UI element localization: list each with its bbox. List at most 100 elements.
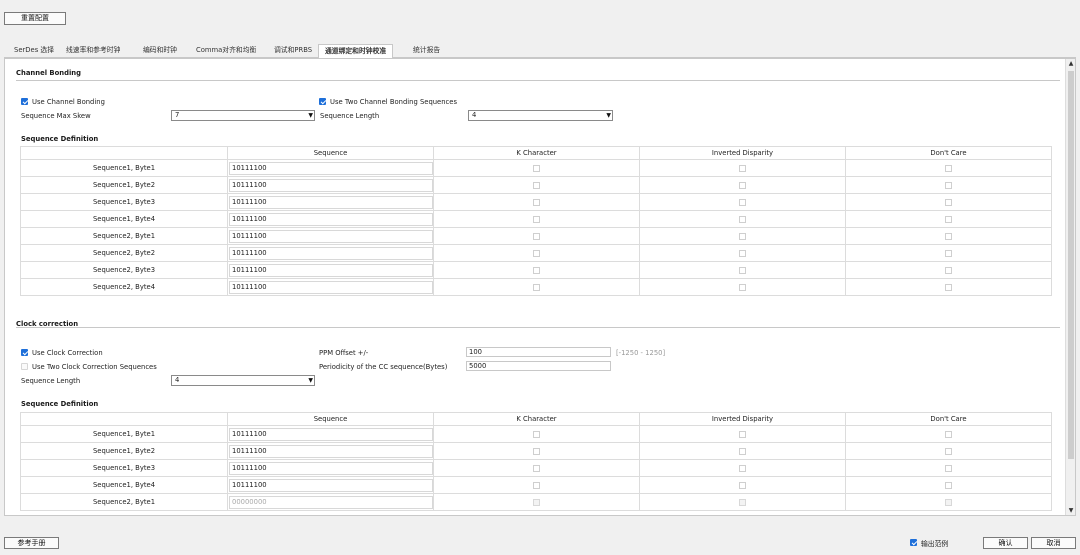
sequence-input[interactable]: 10111100 [229,280,433,294]
scroll-thumb[interactable] [1068,71,1074,459]
k-character-checkbox[interactable] [533,164,540,172]
row-label: Sequence1, Byte2 [20,442,228,460]
dont-care-checkbox[interactable] [945,447,952,455]
k-character-checkbox[interactable] [533,266,540,274]
confirm-button[interactable]: 确认 [983,537,1028,549]
inverted-disparity-checkbox[interactable] [739,498,746,506]
sequence-input[interactable]: 10111100 [229,444,433,458]
dont-care-checkbox[interactable] [945,232,952,240]
inverted-disparity-checkbox[interactable] [739,249,746,257]
sequence-input[interactable]: 10111100 [229,212,433,226]
sequence-input[interactable]: 00000000 [229,495,433,509]
chevron-down-icon: ▼ [308,112,313,119]
table-row: Sequence1, Byte4 10111100 [20,210,1052,228]
ppm-offset-input[interactable]: 100 [466,347,611,357]
inverted-disparity-checkbox[interactable] [739,215,746,223]
sequence-input[interactable]: 10111100 [229,195,433,209]
dont-care-checkbox[interactable] [945,215,952,223]
bonding-seq-def-title: Sequence Definition [21,135,99,143]
inverted-disparity-checkbox[interactable] [739,266,746,274]
dont-care-checkbox[interactable] [945,481,952,489]
cc-seq-def-title: Sequence Definition [21,400,99,408]
row-label: Sequence2, Byte1 [20,227,228,245]
use-channel-bonding-checkbox[interactable] [21,98,28,105]
dont-care-checkbox[interactable] [945,181,952,189]
use-two-cc-seq-checkbox[interactable] [21,363,28,370]
column-header-k-character: K Character [433,146,640,160]
k-character-checkbox[interactable] [533,464,540,472]
reference-manual-button[interactable]: 参考手册 [4,537,59,549]
inverted-disparity-checkbox[interactable] [739,198,746,206]
dont-care-checkbox[interactable] [945,498,952,506]
row-label: Sequence2, Byte1 [20,493,228,511]
table-row: Sequence1, Byte1 10111100 [20,425,1052,443]
inverted-disparity-checkbox[interactable] [739,430,746,438]
sequence-input[interactable]: 10111100 [229,263,433,277]
sequence-input[interactable]: 10111100 [229,478,433,492]
row-label: Sequence1, Byte4 [20,210,228,228]
tab-encoding-clock[interactable]: 编码和时钟 [137,44,183,58]
k-character-checkbox[interactable] [533,498,540,506]
output-example-checkbox[interactable] [910,539,917,546]
sequence-input[interactable]: 10111100 [229,229,433,243]
use-two-bonding-seq-checkbox[interactable] [319,98,326,105]
vertical-scrollbar[interactable]: ▲ ▼ [1065,59,1075,515]
tab-statistics[interactable]: 统计报告 [407,44,446,58]
tab-channel-bonding[interactable]: 通道绑定和时钟校准 [318,44,394,59]
dont-care-checkbox[interactable] [945,164,952,172]
row-label: Sequence1, Byte4 [20,476,228,494]
dont-care-checkbox[interactable] [945,198,952,206]
bonding-seq-length-label: Sequence Length [320,112,380,120]
table-row: Sequence2, Byte4 10111100 [20,278,1052,296]
dont-care-checkbox[interactable] [945,283,952,291]
table-row: Sequence1, Byte3 10111100 [20,459,1052,477]
column-header-blank [20,146,228,160]
dont-care-checkbox[interactable] [945,249,952,257]
max-skew-select[interactable]: 7 ▼ [171,110,315,121]
inverted-disparity-checkbox[interactable] [739,232,746,240]
sequence-input[interactable]: 10111100 [229,461,433,475]
k-character-checkbox[interactable] [533,447,540,455]
use-clock-correction-checkbox[interactable] [21,349,28,356]
k-character-checkbox[interactable] [533,430,540,438]
cancel-button[interactable]: 取消 [1031,537,1076,549]
dont-care-checkbox[interactable] [945,430,952,438]
inverted-disparity-checkbox[interactable] [739,283,746,291]
tab-line-rate-clock[interactable]: 线速率和参考时钟 [60,44,126,58]
cc-periodicity-input[interactable]: 5000 [466,361,611,371]
table-row: Sequence2, Byte1 00000000 [20,493,1052,511]
scroll-down-icon[interactable]: ▼ [1066,506,1075,515]
cc-seq-length-label: Sequence Length [21,377,81,385]
k-character-checkbox[interactable] [533,481,540,489]
inverted-disparity-checkbox[interactable] [739,164,746,172]
sequence-input[interactable]: 10111100 [229,246,433,260]
k-character-checkbox[interactable] [533,283,540,291]
dont-care-checkbox[interactable] [945,464,952,472]
table-row: Sequence2, Byte1 10111100 [20,227,1052,245]
sequence-input[interactable]: 10111100 [229,427,433,441]
cc-seq-length-select[interactable]: 4 ▼ [171,375,315,386]
sequence-input[interactable]: 10111100 [229,178,433,192]
inverted-disparity-checkbox[interactable] [739,447,746,455]
k-character-checkbox[interactable] [533,215,540,223]
row-label: Sequence1, Byte1 [20,425,228,443]
inverted-disparity-checkbox[interactable] [739,464,746,472]
k-character-checkbox[interactable] [533,249,540,257]
sequence-input[interactable]: 10111100 [229,161,433,175]
inverted-disparity-checkbox[interactable] [739,181,746,189]
table-row: Sequence1, Byte3 10111100 [20,193,1052,211]
k-character-checkbox[interactable] [533,198,540,206]
inverted-disparity-checkbox[interactable] [739,481,746,489]
dont-care-checkbox[interactable] [945,266,952,274]
tab-serdes-select[interactable]: SerDes 选择 [8,44,60,58]
cc-seq-length-value: 4 [175,376,180,384]
table-row: Sequence2, Byte3 10111100 [20,261,1052,279]
bonding-seq-length-select[interactable]: 4 ▼ [468,110,613,121]
scroll-up-icon[interactable]: ▲ [1066,59,1075,69]
reset-config-button[interactable]: 重置配置 [4,12,66,25]
tab-debug-prbs[interactable]: 调试和PRBS [268,44,318,58]
column-header-k-character: K Character [433,412,640,426]
k-character-checkbox[interactable] [533,232,540,240]
k-character-checkbox[interactable] [533,181,540,189]
tab-comma-align[interactable]: Comma对齐和均衡 [190,44,262,58]
